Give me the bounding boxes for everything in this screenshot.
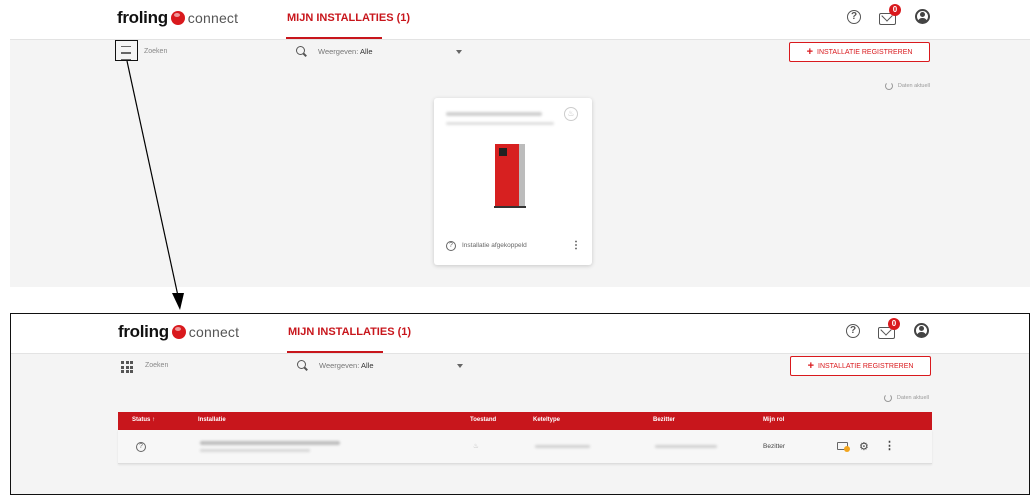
refresh-status[interactable]: Daten aktuell bbox=[884, 82, 930, 90]
card-view-panel: froling connect MIJN INSTALLATIES (1) ? … bbox=[10, 0, 1030, 287]
refresh-icon bbox=[883, 394, 892, 402]
refresh-label: Daten aktuell bbox=[896, 395, 929, 401]
tab-my-installations[interactable]: MIJN INSTALLATIES (1) bbox=[287, 12, 410, 24]
notification-badge: 0 bbox=[889, 3, 901, 16]
installation-name bbox=[446, 112, 542, 116]
search-input[interactable]: Zoeken bbox=[145, 362, 168, 369]
filter-label: Weergeven: bbox=[318, 47, 359, 56]
column-boiler-type[interactable]: Keteltype bbox=[533, 417, 560, 423]
installation-card[interactable]: ♨ ? Installatie afgekoppeld ⋮ bbox=[434, 98, 592, 265]
column-installation[interactable]: Installatie bbox=[198, 417, 226, 423]
help-icon: ? bbox=[136, 442, 146, 452]
annotated-screenshot: froling connect MIJN INSTALLATIES (1) ? … bbox=[0, 0, 1030, 495]
filter-value: Alle bbox=[360, 361, 374, 370]
plus-icon: + bbox=[806, 45, 813, 58]
refresh-status[interactable]: Daten aktuell bbox=[883, 394, 929, 402]
toolbar: Zoeken Weergeven: Alle + INSTALLATIE REG… bbox=[10, 40, 1030, 66]
more-vert-icon[interactable]: ⋮ bbox=[884, 439, 895, 452]
flame-icon: ♨ bbox=[564, 107, 578, 121]
froling-logo[interactable]: froling connect bbox=[117, 7, 238, 29]
filter-label: Weergeven: bbox=[319, 361, 360, 370]
notification-badge: 0 bbox=[888, 317, 900, 330]
boiler-image bbox=[494, 144, 526, 208]
table-row[interactable]: ? ♨ Bezitter ⚙ ⋮ bbox=[118, 430, 932, 464]
chevron-down-icon[interactable] bbox=[456, 50, 462, 54]
toolbar: Zoeken Weergeven: Alle + INSTALLATIE REG… bbox=[11, 354, 1029, 380]
filter-value: Alle bbox=[359, 47, 373, 56]
logo-suffix: connect bbox=[188, 324, 240, 340]
logo-flame-icon bbox=[170, 11, 185, 25]
register-installation-button[interactable]: + INSTALLATIE REGISTREREN bbox=[790, 356, 931, 376]
help-icon[interactable]: ? bbox=[847, 9, 861, 24]
filter-select[interactable]: Weergeven: Alle bbox=[318, 47, 373, 56]
tab-active-indicator bbox=[286, 37, 382, 39]
card-status-text: Installatie afgekoppeld bbox=[462, 242, 527, 249]
tab-active-indicator bbox=[287, 351, 383, 353]
logo-word: froling bbox=[117, 8, 168, 27]
help-icon[interactable]: ? bbox=[846, 323, 860, 338]
column-status[interactable]: Status ↑ bbox=[132, 417, 155, 423]
search-icon[interactable] bbox=[297, 360, 306, 369]
froling-logo[interactable]: froling connect bbox=[118, 321, 239, 343]
chevron-down-icon[interactable] bbox=[457, 364, 463, 368]
owner-value bbox=[655, 445, 717, 448]
search-icon[interactable] bbox=[296, 46, 305, 55]
top-bar: froling connect MIJN INSTALLATIES (1) ? … bbox=[11, 314, 1029, 354]
mail-icon[interactable] bbox=[837, 442, 850, 452]
refresh-label: Daten aktuell bbox=[897, 83, 930, 89]
role-value: Bezitter bbox=[763, 443, 786, 450]
installation-address bbox=[446, 122, 554, 125]
installation-address bbox=[200, 449, 310, 452]
register-button-label: INSTALLATIE REGISTREREN bbox=[817, 48, 913, 56]
column-my-role[interactable]: Mijn rol bbox=[763, 417, 784, 423]
list-view-panel: froling connect MIJN INSTALLATIES (1) ? … bbox=[10, 313, 1030, 495]
header-actions: ? 0 bbox=[847, 3, 930, 25]
tab-my-installations[interactable]: MIJN INSTALLATIES (1) bbox=[288, 326, 411, 338]
register-installation-button[interactable]: + INSTALLATIE REGISTREREN bbox=[789, 42, 930, 62]
refresh-icon bbox=[884, 82, 893, 90]
gear-icon[interactable]: ⚙ bbox=[859, 440, 869, 453]
search-input[interactable]: Zoeken bbox=[144, 48, 167, 55]
header-actions: ? 0 bbox=[846, 317, 929, 339]
column-owner[interactable]: Bezitter bbox=[653, 417, 675, 423]
top-bar: froling connect MIJN INSTALLATIES (1) ? … bbox=[10, 0, 1030, 40]
logo-flame-icon bbox=[171, 325, 186, 339]
notifications-button[interactable]: 0 bbox=[879, 3, 901, 25]
view-grid-icon[interactable] bbox=[118, 358, 136, 376]
logo-suffix: connect bbox=[187, 10, 239, 26]
notifications-button[interactable]: 0 bbox=[878, 317, 900, 339]
user-icon[interactable] bbox=[914, 323, 929, 338]
installation-name bbox=[200, 441, 340, 445]
sort-arrow-icon: ↑ bbox=[152, 417, 156, 423]
register-button-label: INSTALLATIE REGISTREREN bbox=[818, 362, 914, 370]
flame-icon: ♨ bbox=[473, 443, 479, 450]
more-vert-icon[interactable]: ⋮ bbox=[571, 240, 581, 251]
plus-icon: + bbox=[807, 359, 814, 372]
user-icon[interactable] bbox=[915, 9, 930, 24]
boiler-type-value bbox=[535, 445, 590, 448]
column-state[interactable]: Toestand bbox=[470, 417, 496, 423]
table-header: Status ↑ Installatie Toestand Keteltype … bbox=[118, 412, 932, 430]
filter-select[interactable]: Weergeven: Alle bbox=[319, 361, 374, 370]
logo-word: froling bbox=[118, 322, 169, 341]
highlight-box bbox=[115, 40, 138, 61]
help-icon: ? bbox=[446, 241, 456, 251]
